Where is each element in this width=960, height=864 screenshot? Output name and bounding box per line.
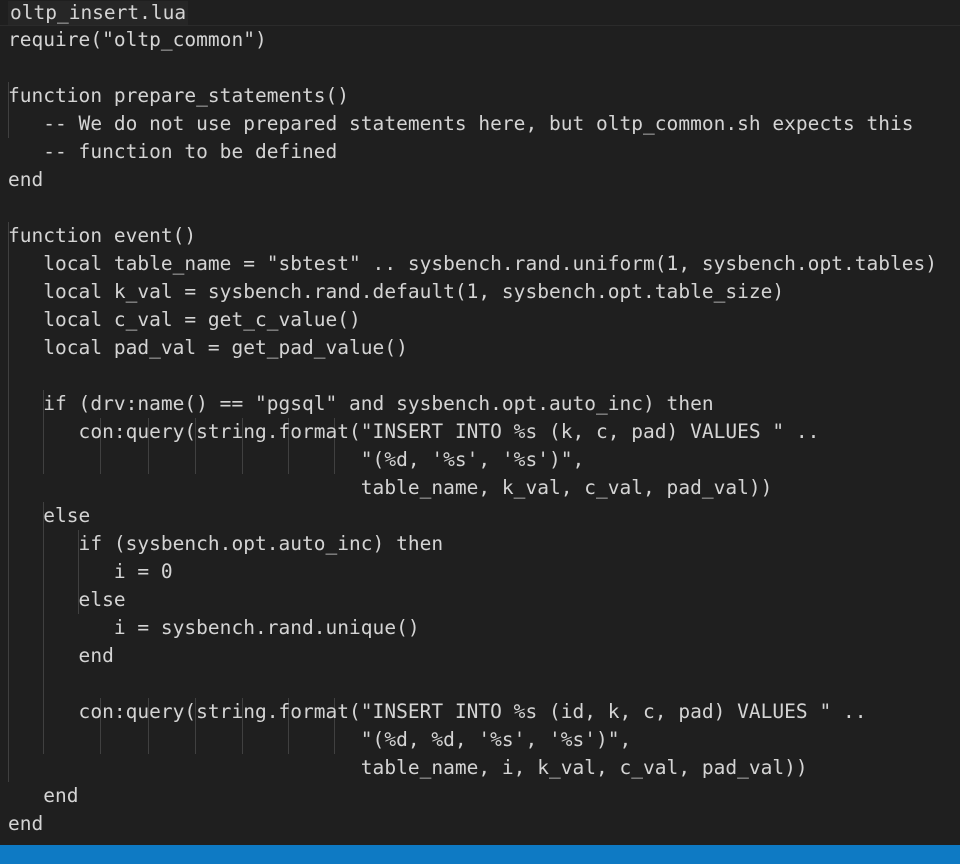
code-line[interactable]: table_name, i, k_val, c_val, pad_val))	[8, 754, 808, 782]
code-line[interactable]: if (drv:name() == "pgsql" and sysbench.o…	[8, 390, 714, 418]
code-line[interactable]: con:query(string.format("INSERT INTO %s …	[8, 698, 867, 726]
code-line[interactable]: local c_val = get_c_value()	[8, 306, 361, 334]
code-line[interactable]: i = 0	[8, 558, 173, 586]
code-editor-window: oltp_insert.lua require("oltp_common")fu…	[0, 0, 960, 864]
code-line[interactable]: end	[8, 642, 114, 670]
code-line[interactable]: require("oltp_common")	[8, 26, 267, 54]
code-line[interactable]: "(%d, %d, '%s', '%s')",	[8, 726, 631, 754]
code-line[interactable]: local table_name = "sbtest" .. sysbench.…	[8, 250, 937, 278]
code-viewport[interactable]: require("oltp_common") function prepare_s…	[0, 26, 960, 845]
code-line[interactable]: end	[8, 166, 43, 194]
code-line[interactable]: table_name, k_val, c_val, pad_val))	[8, 474, 773, 502]
code-line[interactable]: end	[8, 782, 79, 810]
code-line[interactable]: con:query(string.format("INSERT INTO %s …	[8, 418, 820, 446]
code-line[interactable]: -- We do not use prepared statements her…	[8, 110, 914, 138]
code-line[interactable]: i = sysbench.rand.unique()	[8, 614, 420, 642]
code-line[interactable]: function prepare_statements()	[8, 82, 349, 110]
code-line[interactable]: end	[8, 810, 43, 838]
code-line[interactable]: else	[8, 502, 90, 530]
code-line[interactable]: if (sysbench.opt.auto_inc) then	[8, 530, 444, 558]
code-line[interactable]: "(%d, '%s', '%s')",	[8, 446, 584, 474]
code-line[interactable]: -- function to be defined	[8, 138, 337, 166]
code-text-layer[interactable]: require("oltp_common") function prepare_s…	[0, 26, 960, 845]
breadcrumb-filename[interactable]: oltp_insert.lua	[8, 1, 189, 25]
code-line[interactable]: else	[8, 586, 126, 614]
editor-breadcrumb-bar: oltp_insert.lua	[0, 0, 960, 26]
code-line[interactable]: local pad_val = get_pad_value()	[8, 334, 408, 362]
status-bar[interactable]	[0, 845, 960, 864]
code-line[interactable]: function event()	[8, 222, 196, 250]
code-line[interactable]: local k_val = sysbench.rand.default(1, s…	[8, 278, 784, 306]
